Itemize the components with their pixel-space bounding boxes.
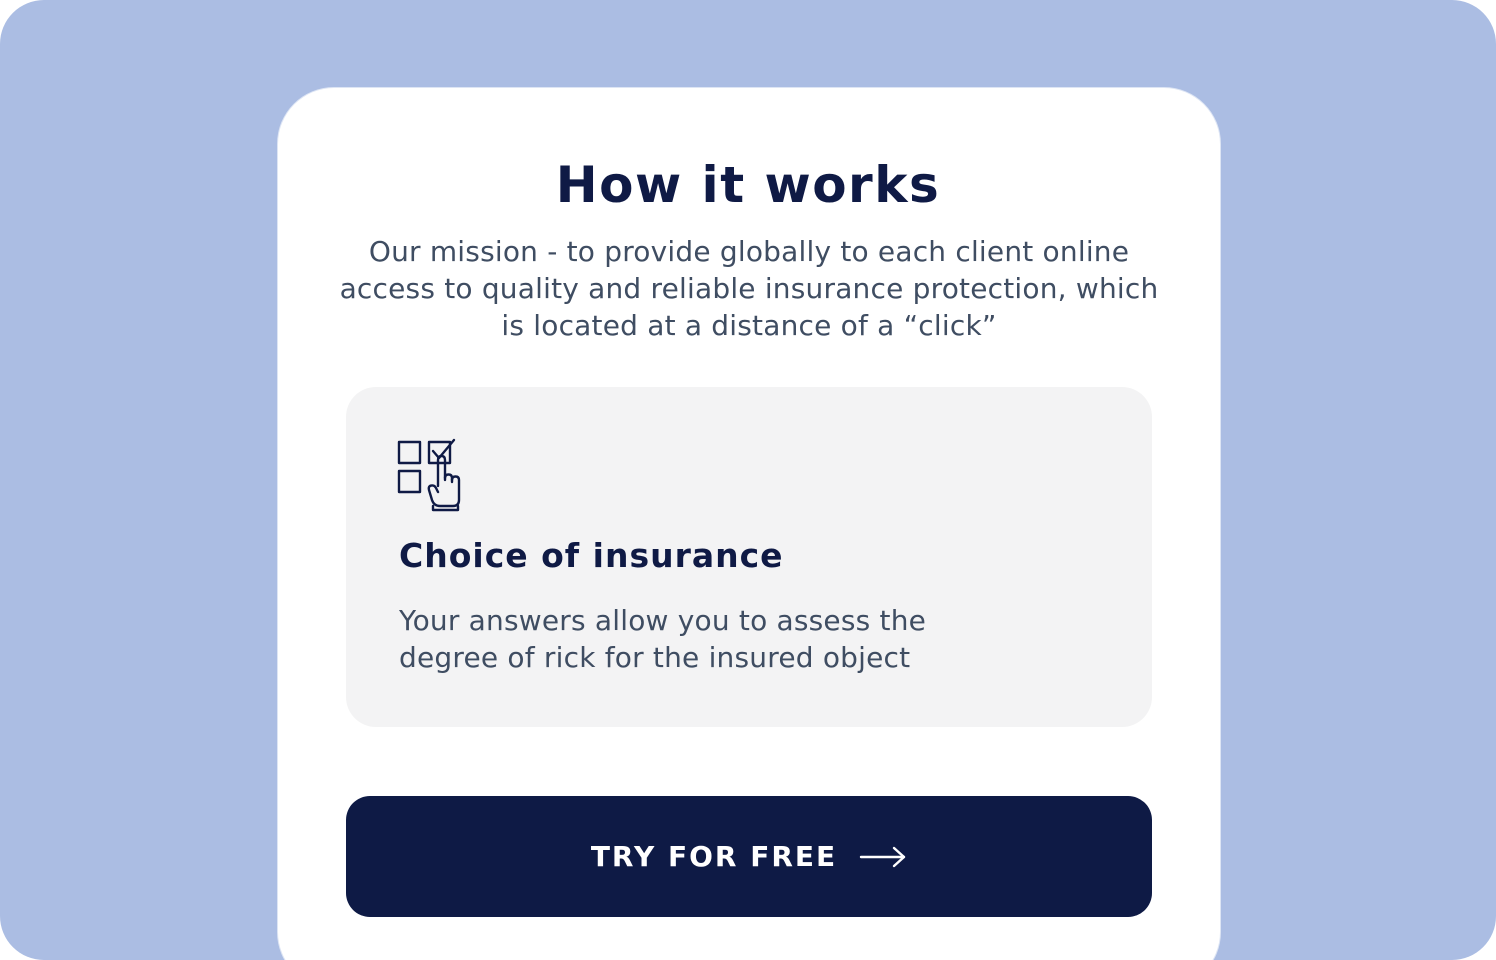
arrow-right-icon — [837, 845, 907, 869]
section-title: How it works — [555, 156, 941, 214]
feature-description: Your answers allow you to assess the deg… — [399, 604, 927, 674]
checklist-pointer-icon — [396, 436, 466, 512]
try-for-free-label: TRY FOR FREE — [590, 840, 838, 873]
feature-title: Choice of insurance — [399, 536, 784, 575]
try-for-free-button[interactable]: TRY FOR FREE — [346, 796, 1152, 917]
mission-text: Our mission - to provide globally to eac… — [339, 235, 1159, 342]
